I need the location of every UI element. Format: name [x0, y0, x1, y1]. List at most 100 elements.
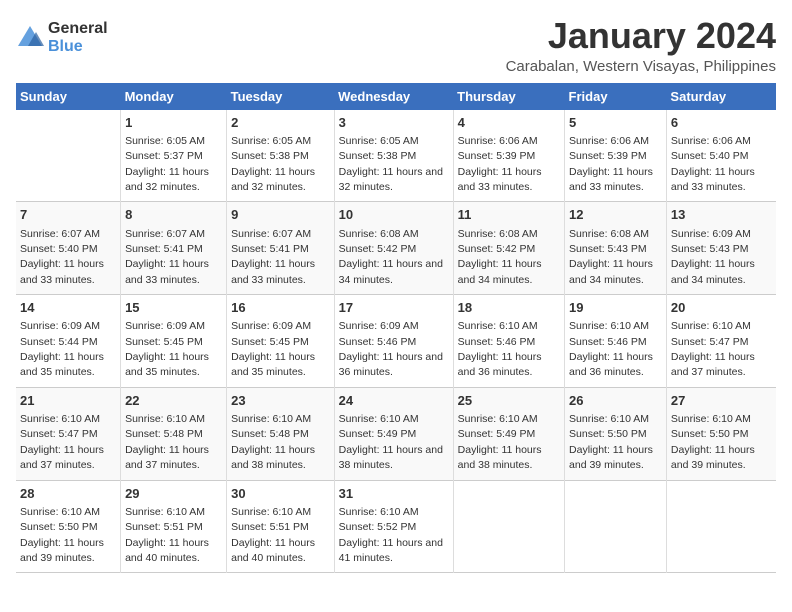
day-info: Sunrise: 6:10 AMSunset: 5:50 PMDaylight:…	[20, 506, 104, 564]
header-friday: Friday	[565, 83, 667, 110]
day-info: Sunrise: 6:10 AMSunset: 5:47 PMDaylight:…	[20, 413, 104, 471]
calendar-cell	[565, 480, 667, 573]
day-number: 13	[671, 206, 772, 224]
header-tuesday: Tuesday	[227, 83, 335, 110]
day-info: Sunrise: 6:07 AMSunset: 5:41 PMDaylight:…	[231, 228, 315, 286]
calendar-cell: 17Sunrise: 6:09 AMSunset: 5:46 PMDayligh…	[334, 295, 453, 388]
calendar-cell: 24Sunrise: 6:10 AMSunset: 5:49 PMDayligh…	[334, 387, 453, 480]
calendar-cell: 9 Sunrise: 6:07 AMSunset: 5:41 PMDaylight…	[227, 202, 335, 295]
day-number: 4	[458, 114, 560, 132]
calendar-cell: 26 Sunrise: 6:10 AMSunset: 5:50 PMDayligh…	[565, 387, 667, 480]
calendar-cell: 22 Sunrise: 6:10 AMSunset: 5:48 PMDayligh…	[121, 387, 227, 480]
day-info: Sunrise: 6:09 AMSunset: 5:45 PMDaylight:…	[125, 320, 209, 378]
day-number: 11	[458, 206, 560, 224]
calendar-cell: 8 Sunrise: 6:07 AMSunset: 5:41 PMDaylight…	[121, 202, 227, 295]
day-info: Sunrise: 6:10 AMSunset: 5:48 PMDaylight:…	[231, 413, 315, 471]
day-info: Sunrise: 6:10 AMSunset: 5:51 PMDaylight:…	[231, 506, 315, 564]
day-number: 26	[569, 392, 662, 410]
calendar-cell: 16 Sunrise: 6:09 AMSunset: 5:45 PMDayligh…	[227, 295, 335, 388]
day-number: 31	[339, 485, 449, 503]
day-info: Sunrise: 6:06 AMSunset: 5:40 PMDaylight:…	[671, 135, 755, 193]
day-info: Sunrise: 6:05 AMSunset: 5:37 PMDaylight:…	[125, 135, 209, 193]
header-wednesday: Wednesday	[334, 83, 453, 110]
calendar-cell	[666, 480, 776, 573]
calendar-cell: 13 Sunrise: 6:09 AMSunset: 5:43 PMDayligh…	[666, 202, 776, 295]
calendar-cell: 14Sunrise: 6:09 AMSunset: 5:44 PMDayligh…	[16, 295, 121, 388]
day-number: 1	[125, 114, 222, 132]
calendar-cell: 15 Sunrise: 6:09 AMSunset: 5:45 PMDayligh…	[121, 295, 227, 388]
calendar-cell: 20 Sunrise: 6:10 AMSunset: 5:47 PMDayligh…	[666, 295, 776, 388]
day-info: Sunrise: 6:10 AMSunset: 5:51 PMDaylight:…	[125, 506, 209, 564]
day-number: 29	[125, 485, 222, 503]
header-monday: Monday	[121, 83, 227, 110]
header-saturday: Saturday	[666, 83, 776, 110]
calendar-cell: 6 Sunrise: 6:06 AMSunset: 5:40 PMDaylight…	[666, 110, 776, 202]
logo-icon	[16, 24, 44, 52]
calendar-cell: 4Sunrise: 6:06 AMSunset: 5:39 PMDaylight…	[453, 110, 564, 202]
day-number: 21	[20, 392, 116, 410]
day-number: 2	[231, 114, 330, 132]
day-info: Sunrise: 6:07 AMSunset: 5:41 PMDaylight:…	[125, 228, 209, 286]
calendar-week-row: 14Sunrise: 6:09 AMSunset: 5:44 PMDayligh…	[16, 295, 776, 388]
day-number: 20	[671, 299, 772, 317]
day-info: Sunrise: 6:10 AMSunset: 5:50 PMDaylight:…	[671, 413, 755, 471]
day-info: Sunrise: 6:10 AMSunset: 5:48 PMDaylight:…	[125, 413, 209, 471]
location-subtitle: Carabalan, Western Visayas, Philippines	[506, 58, 776, 75]
calendar-cell: 19 Sunrise: 6:10 AMSunset: 5:46 PMDayligh…	[565, 295, 667, 388]
day-info: Sunrise: 6:10 AMSunset: 5:50 PMDaylight:…	[569, 413, 653, 471]
day-number: 14	[20, 299, 116, 317]
day-info: Sunrise: 6:10 AMSunset: 5:52 PMDaylight:…	[339, 506, 443, 564]
calendar-cell: 21 Sunrise: 6:10 AMSunset: 5:47 PMDayligh…	[16, 387, 121, 480]
day-info: Sunrise: 6:08 AMSunset: 5:42 PMDaylight:…	[458, 228, 542, 286]
day-number: 25	[458, 392, 560, 410]
day-number: 7	[20, 206, 116, 224]
calendar-cell: 28 Sunrise: 6:10 AMSunset: 5:50 PMDayligh…	[16, 480, 121, 573]
day-number: 16	[231, 299, 330, 317]
day-info: Sunrise: 6:10 AMSunset: 5:47 PMDaylight:…	[671, 320, 755, 378]
logo-blue: Blue	[48, 38, 108, 56]
day-number: 18	[458, 299, 560, 317]
calendar-header-row: Sunday Monday Tuesday Wednesday Thursday…	[16, 83, 776, 110]
day-number: 28	[20, 485, 116, 503]
day-number: 19	[569, 299, 662, 317]
logo: General Blue	[16, 20, 108, 55]
calendar-cell: 18Sunrise: 6:10 AMSunset: 5:46 PMDayligh…	[453, 295, 564, 388]
calendar-cell: 12 Sunrise: 6:08 AMSunset: 5:43 PMDayligh…	[565, 202, 667, 295]
day-number: 22	[125, 392, 222, 410]
calendar-week-row: 7 Sunrise: 6:07 AMSunset: 5:40 PMDaylight…	[16, 202, 776, 295]
day-info: Sunrise: 6:08 AMSunset: 5:42 PMDaylight:…	[339, 228, 443, 286]
day-info: Sunrise: 6:09 AMSunset: 5:43 PMDaylight:…	[671, 228, 755, 286]
day-number: 8	[125, 206, 222, 224]
day-number: 12	[569, 206, 662, 224]
day-number: 23	[231, 392, 330, 410]
calendar-cell: 1 Sunrise: 6:05 AMSunset: 5:37 PMDaylight…	[121, 110, 227, 202]
day-info: Sunrise: 6:09 AMSunset: 5:46 PMDaylight:…	[339, 320, 443, 378]
day-info: Sunrise: 6:06 AMSunset: 5:39 PMDaylight:…	[569, 135, 653, 193]
calendar-cell: 30 Sunrise: 6:10 AMSunset: 5:51 PMDayligh…	[227, 480, 335, 573]
day-info: Sunrise: 6:05 AMSunset: 5:38 PMDaylight:…	[231, 135, 315, 193]
calendar-cell: 7 Sunrise: 6:07 AMSunset: 5:40 PMDaylight…	[16, 202, 121, 295]
day-info: Sunrise: 6:10 AMSunset: 5:49 PMDaylight:…	[458, 413, 542, 471]
day-number: 30	[231, 485, 330, 503]
page-header: General Blue January 2024 Carabalan, Wes…	[16, 16, 776, 75]
day-info: Sunrise: 6:07 AMSunset: 5:40 PMDaylight:…	[20, 228, 104, 286]
calendar-table: Sunday Monday Tuesday Wednesday Thursday…	[16, 83, 776, 574]
day-info: Sunrise: 6:10 AMSunset: 5:46 PMDaylight:…	[569, 320, 653, 378]
day-info: Sunrise: 6:05 AMSunset: 5:38 PMDaylight:…	[339, 135, 443, 193]
day-info: Sunrise: 6:09 AMSunset: 5:45 PMDaylight:…	[231, 320, 315, 378]
calendar-week-row: 1 Sunrise: 6:05 AMSunset: 5:37 PMDaylight…	[16, 110, 776, 202]
calendar-cell: 10Sunrise: 6:08 AMSunset: 5:42 PMDayligh…	[334, 202, 453, 295]
day-number: 24	[339, 392, 449, 410]
calendar-cell: 29 Sunrise: 6:10 AMSunset: 5:51 PMDayligh…	[121, 480, 227, 573]
day-number: 15	[125, 299, 222, 317]
header-sunday: Sunday	[16, 83, 121, 110]
day-number: 5	[569, 114, 662, 132]
calendar-cell: 31 Sunrise: 6:10 AMSunset: 5:52 PMDayligh…	[334, 480, 453, 573]
day-info: Sunrise: 6:08 AMSunset: 5:43 PMDaylight:…	[569, 228, 653, 286]
day-number: 9	[231, 206, 330, 224]
calendar-cell: 5 Sunrise: 6:06 AMSunset: 5:39 PMDaylight…	[565, 110, 667, 202]
day-number: 6	[671, 114, 772, 132]
calendar-cell: 23 Sunrise: 6:10 AMSunset: 5:48 PMDayligh…	[227, 387, 335, 480]
day-number: 27	[671, 392, 772, 410]
calendar-cell: 25 Sunrise: 6:10 AMSunset: 5:49 PMDayligh…	[453, 387, 564, 480]
